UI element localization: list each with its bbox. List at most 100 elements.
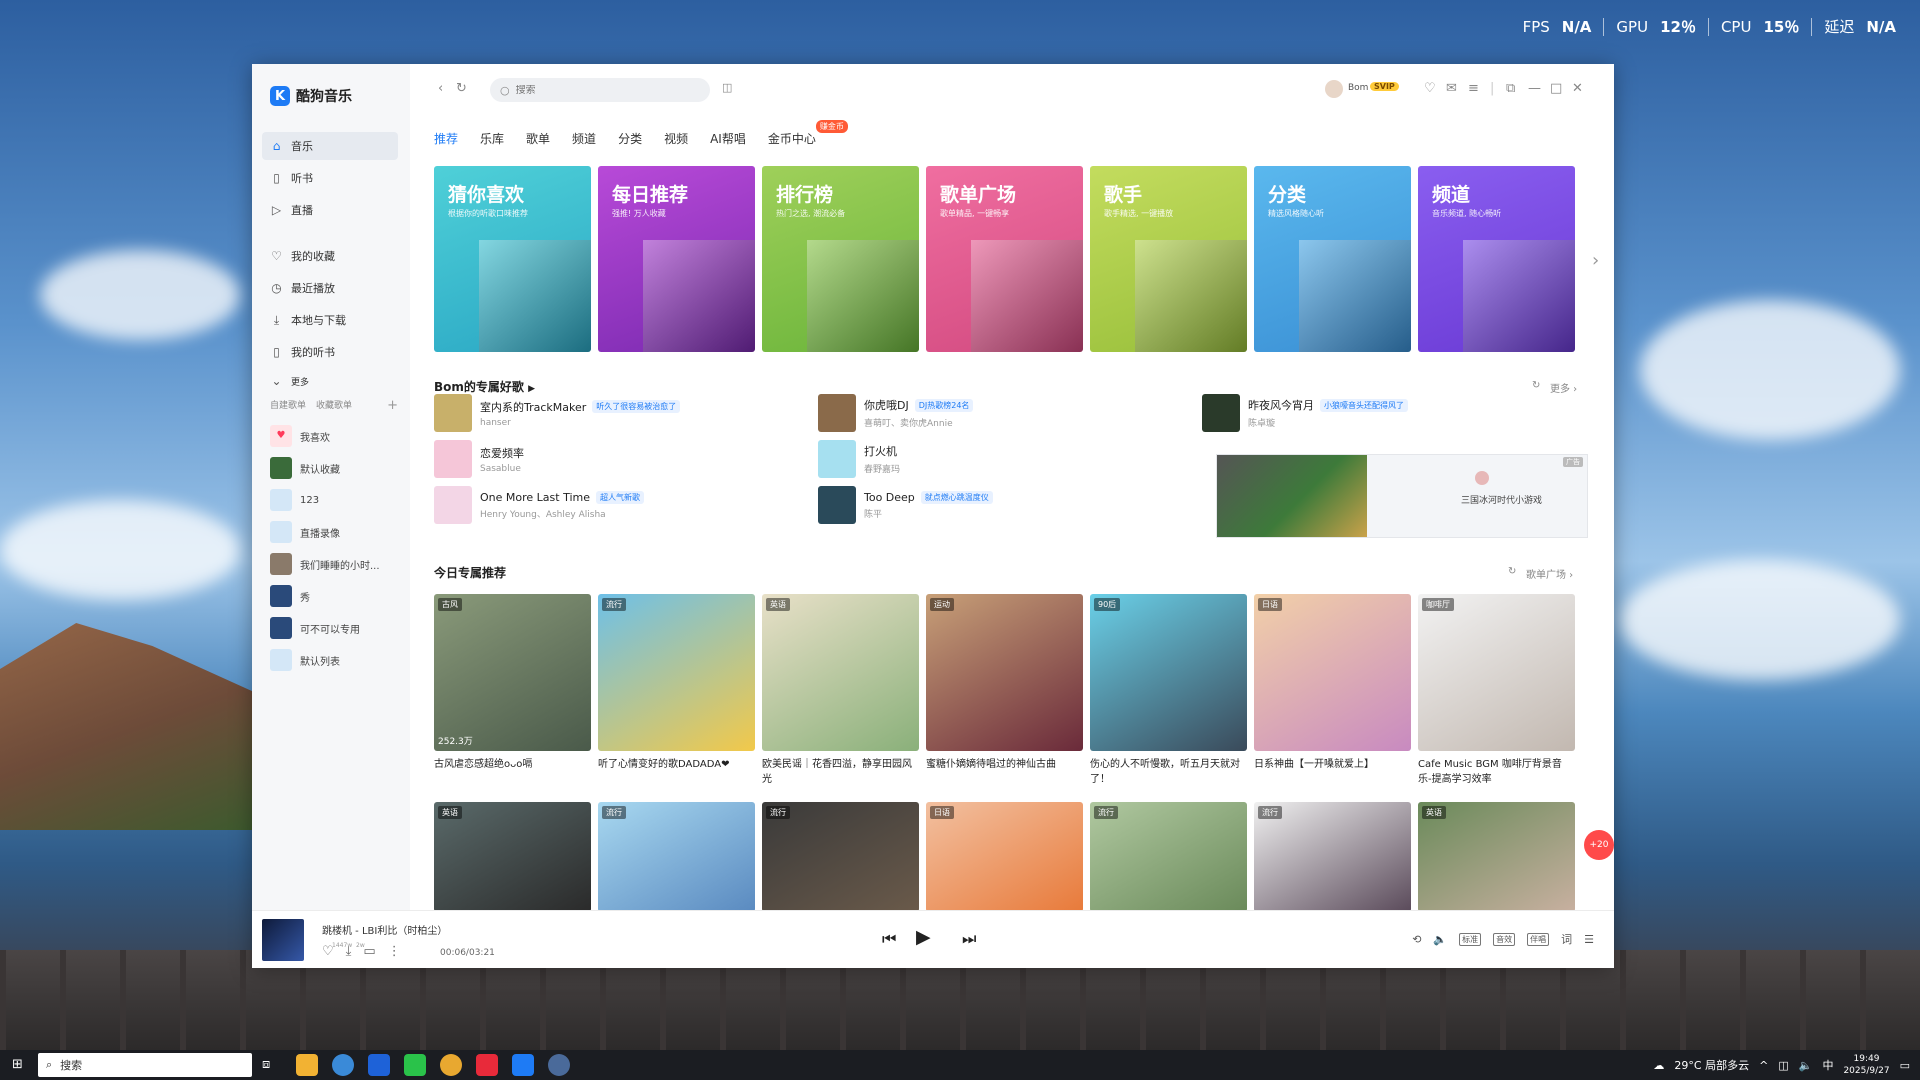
close-icon[interactable]: ✕	[1572, 81, 1583, 96]
tab-7[interactable]: 金币中心 赚金币	[768, 120, 848, 147]
listen-recognize-icon[interactable]: ◫	[722, 81, 732, 94]
playlist-card[interactable]: 英语 欧美民谣｜花香四溢，静享田园风光	[762, 594, 919, 787]
sidebar-lib-1[interactable]: ◷ 最近播放	[262, 274, 398, 302]
back-icon[interactable]: ‹	[438, 81, 443, 96]
kugou-taskbar-icon[interactable]	[512, 1054, 534, 1076]
category-card[interactable]: 歌单广场 歌单精品, 一键畅享	[926, 166, 1083, 352]
song-artist[interactable]: hanser	[480, 418, 680, 428]
task-view-icon[interactable]: ⧈	[262, 1057, 270, 1072]
refresh-icon[interactable]: ↻	[1532, 380, 1540, 391]
playlist-item[interactable]: 默认列表	[270, 648, 400, 672]
tray-chevron-icon[interactable]: ^	[1759, 1059, 1768, 1072]
app-icon[interactable]	[548, 1054, 570, 1076]
tab-5[interactable]: 视频	[664, 130, 688, 147]
play-icon[interactable]: ▶	[916, 926, 931, 948]
network-icon[interactable]: ◫	[1778, 1059, 1788, 1072]
accompany-button[interactable]: 伴唱	[1527, 932, 1550, 946]
playlist-card[interactable]: 流行 听了心情变好的歌DADADA❤	[598, 594, 755, 772]
wechat-icon[interactable]	[404, 1054, 426, 1076]
search-input[interactable]	[515, 84, 696, 96]
section-exclusive-songs-title[interactable]: Bom的专属好歌 ▶	[434, 378, 535, 395]
sidebar-item-2[interactable]: ▷ 直播	[262, 196, 398, 224]
tab-collected-playlists[interactable]: 收藏歌单	[316, 398, 352, 413]
playlist-caption[interactable]: 欧美民谣｜花香四溢，静享田园风光	[762, 757, 919, 787]
play-icon[interactable]: ▶	[528, 384, 535, 394]
taskbar-search[interactable]: ⌕ 搜索	[38, 1053, 252, 1077]
song-artist[interactable]: Sasablue	[480, 464, 524, 474]
chevron-right-icon[interactable]: ›	[1592, 250, 1599, 271]
gift-icon[interactable]: ♡	[1424, 81, 1436, 96]
playlist-caption[interactable]: 日系神曲【一开嗓就爱上】	[1254, 757, 1411, 772]
ime-indicator[interactable]: 中	[1822, 1057, 1833, 1073]
weather-text[interactable]: 29°C 局部多云	[1674, 1057, 1749, 1073]
category-card[interactable]: 猜你喜欢 根据你的听歌口味推荐	[434, 166, 591, 352]
tab-created-playlists[interactable]: 自建歌单	[270, 398, 306, 413]
volume-icon[interactable]: 🔈	[1433, 933, 1447, 946]
notification-icon[interactable]: ▭	[1900, 1059, 1910, 1072]
category-card[interactable]: 排行榜 热门之选, 潮流必备	[762, 166, 919, 352]
sidebar-lib-0[interactable]: ♡ 我的收藏	[262, 242, 398, 270]
now-playing-title[interactable]: 跳楼机 - LBI利比（时柏尘）	[322, 922, 447, 937]
coin-float-button[interactable]: +20	[1584, 830, 1614, 860]
maximize-icon[interactable]: □	[1550, 81, 1562, 96]
playlist-item[interactable]: ♥ 我喜欢	[270, 424, 400, 448]
song-artist[interactable]: Henry Young、Ashley Alisha	[480, 507, 644, 520]
playlist-card[interactable]: 流行	[1090, 802, 1247, 912]
playlist-caption[interactable]: Cafe Music BGM 咖啡厅背景音乐-提高学习效率	[1418, 757, 1575, 787]
category-card[interactable]: 频道 音乐频道, 随心畅听	[1418, 166, 1575, 352]
sidebar-lib-2[interactable]: ⤓ 本地与下载	[262, 306, 398, 334]
playlist-card[interactable]: 古风 252.3万 古风虐恋感超绝oᴗo嗝	[434, 594, 591, 772]
song-row[interactable]: 室内系的TrackMaker 听久了很容易被治愈了 hanser	[434, 394, 681, 432]
refresh-icon[interactable]: ↻	[456, 81, 467, 96]
song-artist[interactable]: 喜萌叮、卖你虎Annie	[864, 416, 973, 429]
tab-3[interactable]: 频道	[572, 130, 596, 147]
avatar[interactable]	[1325, 80, 1343, 98]
song-row[interactable]: One More Last Time 超人气新歌 Henry Young、Ashle…	[434, 486, 644, 524]
next-icon[interactable]: ⏭	[962, 929, 976, 949]
netease-icon[interactable]	[476, 1054, 498, 1076]
previous-icon[interactable]: ⏮	[882, 929, 896, 949]
browser-icon[interactable]	[332, 1054, 354, 1076]
playlist-card[interactable]: 日语 日系神曲【一开嗓就爱上】	[1254, 594, 1411, 772]
vip-badge[interactable]: SVIP	[1370, 82, 1399, 91]
quality-button[interactable]: 标准	[1459, 932, 1482, 946]
playlist-card[interactable]: 流行	[1254, 802, 1411, 912]
song-row[interactable]: 恋爱频率 Sasablue	[434, 440, 524, 478]
tab-4[interactable]: 分类	[618, 130, 642, 147]
app-icon[interactable]	[368, 1054, 390, 1076]
playlist-card[interactable]: 英语	[1418, 802, 1575, 912]
more-link[interactable]: 更多 ›	[1550, 380, 1577, 395]
search-box[interactable]: ○	[490, 78, 710, 102]
volume-icon[interactable]: 🔈	[1799, 1059, 1813, 1072]
playlist-item[interactable]: 我们睡睡的小时...	[270, 552, 400, 576]
tab-2[interactable]: 歌单	[526, 130, 550, 147]
mini-mode-icon[interactable]: ⧉	[1506, 81, 1515, 96]
section-today-recommend-title[interactable]: 今日专属推荐	[434, 564, 506, 581]
effect-button[interactable]: 音效	[1493, 932, 1516, 946]
song-artist[interactable]: 陈平	[864, 507, 993, 520]
sidebar-lib-4[interactable]: ⌄ 更多	[262, 370, 398, 392]
tab-0[interactable]: 推荐	[434, 130, 458, 147]
add-playlist-icon[interactable]: +	[387, 398, 398, 413]
playlist-card[interactable]: 日语	[926, 802, 1083, 912]
song-row[interactable]: 昨夜风今宵月 小狼嚎音头还配得风了 陈卓璇	[1202, 394, 1408, 432]
comment-icon[interactable]: ▭	[363, 944, 375, 959]
playlist-caption[interactable]: 古风虐恋感超绝oᴗo嗝	[434, 757, 591, 772]
refresh-icon[interactable]: ↻	[1508, 566, 1516, 577]
ad-banner[interactable]: 三国冰河时代小游戏 广告	[1216, 454, 1588, 538]
chrome-icon[interactable]	[440, 1054, 462, 1076]
song-row[interactable]: 打火机 春野嘉玛	[818, 440, 900, 478]
playlist-item[interactable]: 秀	[270, 584, 400, 608]
category-card[interactable]: 分类 精选风格随心听	[1254, 166, 1411, 352]
tab-6[interactable]: AI帮唱	[710, 130, 746, 147]
song-artist[interactable]: 陈卓璇	[1248, 416, 1408, 429]
playlist-item[interactable]: 直播录像	[270, 520, 400, 544]
message-icon[interactable]: ✉	[1446, 81, 1457, 96]
playlist-item[interactable]: 默认收藏	[270, 456, 400, 480]
song-row[interactable]: 你虎哦DJ DJ热歌榜24名 喜萌叮、卖你虎Annie	[818, 394, 974, 432]
playlist-card[interactable]: 流行	[762, 802, 919, 912]
now-playing-cover[interactable]	[262, 919, 304, 961]
category-card[interactable]: 歌手 歌手精选, 一键播放	[1090, 166, 1247, 352]
playlist-square-link[interactable]: 歌单广场 ›	[1526, 566, 1573, 581]
playlist-caption[interactable]: 听了心情变好的歌DADADA❤	[598, 757, 755, 772]
